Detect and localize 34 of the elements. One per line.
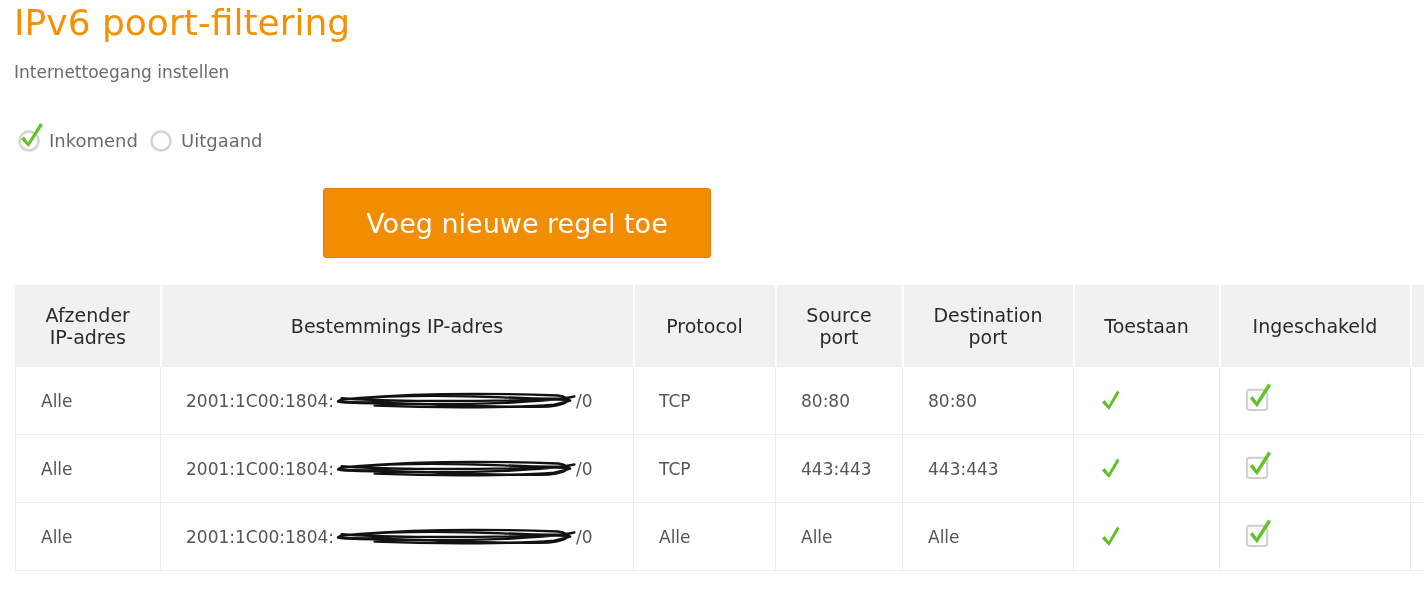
ip-prefix-length-text: /0 (576, 390, 593, 411)
table-header-cell: Source port (775, 285, 903, 367)
table-cell: Alle (902, 502, 1074, 571)
table-cell: Alle (633, 502, 776, 571)
checkbox-icon[interactable] (1245, 451, 1272, 480)
table-header-cell: Afzender IP-adres (15, 285, 161, 367)
table-cell: 80:80 (902, 366, 1074, 435)
radio-checked-icon[interactable] (18, 122, 44, 152)
ip-prefix-length-text: /0 (576, 458, 593, 479)
ip-address-text: 2001:1C00:1804: (186, 390, 335, 411)
page-title: IPv6 poort-filtering (14, 1, 351, 45)
table-header-cell: Bestemmings IP-adres (160, 285, 634, 367)
ip-address-text: 2001:1C00:1804: (186, 458, 335, 479)
ip-address-text: 2001:1C00:1804: (186, 526, 335, 547)
table-cell: TCP (633, 434, 776, 503)
table-cell: Alle (15, 434, 161, 503)
table-header-cell: Protocol (633, 285, 776, 367)
table-header-cell: Ingeschakeld (1219, 285, 1411, 367)
table-header-cell: Toestaan (1073, 285, 1220, 367)
direction-radio[interactable]: Inkomend (18, 122, 138, 152)
radio-icon[interactable] (149, 130, 172, 152)
checkbox-icon[interactable] (1245, 383, 1272, 412)
table-cell: Alle (15, 502, 161, 571)
ip-prefix-length-text: /0 (576, 526, 593, 547)
table-cell: Alle (775, 502, 903, 571)
page-subtitle: Internettoegang instellen (14, 62, 230, 82)
checkbox-icon[interactable] (1245, 519, 1272, 548)
table-cell: TCP (633, 366, 776, 435)
direction-radio[interactable]: Uitgaand (149, 130, 263, 152)
table-cell: 443:443 (775, 434, 903, 503)
table-cell: Alle (15, 366, 161, 435)
table-cell: 443:443 (902, 434, 1074, 503)
table-cell: 80:80 (775, 366, 903, 435)
table-header-cell: Destination port (902, 285, 1074, 367)
